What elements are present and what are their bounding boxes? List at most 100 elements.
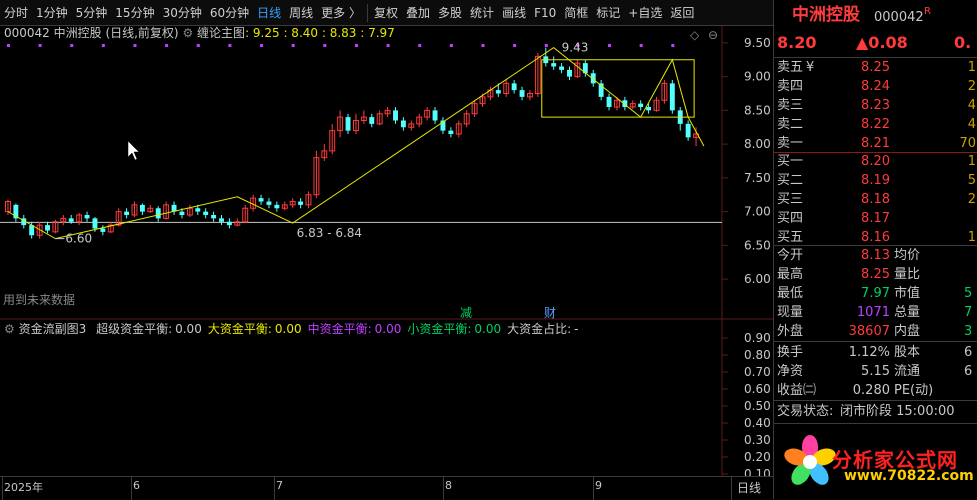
stat-value: 8.25 [861,267,890,282]
ask-row[interactable]: 卖一 8.21 70 [774,134,977,153]
bid-row[interactable]: 买二 8.19 5 [774,171,977,190]
candle-body-down [369,117,375,124]
ask-volume: 1 [967,60,976,75]
date-tick: 7 [276,479,283,492]
candle-body-down [266,201,272,205]
bid-row[interactable]: 买三 8.18 2 [774,190,977,209]
ask-label: 卖一 [777,136,804,151]
toolbar-item-2[interactable]: 5分钟 [72,0,112,26]
y-tick-label: 7.50 [744,171,771,185]
stat-row: 最低 7.97 市值 5 [774,284,977,303]
chart-area[interactable]: 9.50 9.00 8.50 8.00 7.50 7.00 6.50 6.00 0.90 0.80… [0,26,773,476]
toolbar-item-11[interactable]: 多股 [434,0,466,26]
indicator-name[interactable]: 缠论主图 [197,26,245,40]
toolbar-item-18[interactable]: 返回 [666,0,698,26]
low-price-label: 6.60 [65,232,92,246]
ask-price: 8.21 [861,136,890,151]
stat-row: 今开 8.13 均价 [774,246,977,265]
ask-label: 卖五 [777,60,804,75]
ask-price: 8.23 [861,98,890,113]
date-tick: 6 [133,479,140,492]
yen-icon: ¥ [806,60,815,75]
toolbar-item-16[interactable]: 标记 [592,0,624,26]
ask-label: 卖三 [777,98,804,113]
signal-dot [6,44,10,47]
candle-body-down [92,218,98,229]
flower-logo-icon [784,435,836,485]
signal-dot [671,44,675,47]
candle-body-down [606,96,612,107]
bid-price: 8.18 [861,192,890,207]
minimize-icon: ⊖ [708,28,718,42]
y-tick-label: 9.00 [744,70,771,84]
signal-dot [449,44,453,47]
fund-item-label: 超级资金平衡: [96,322,173,336]
bid-volume: 1 [967,154,976,169]
y-tick-label: 8.00 [744,137,771,151]
ask-row[interactable]: 卖四 8.24 2 [774,77,977,96]
toolbar-item-6[interactable]: 日线 [253,0,285,26]
ask-volume: 70 [959,136,976,151]
sub-y-tick-label: 0.70 [744,365,771,379]
candle-body-down [100,228,106,232]
toolbar-item-9[interactable]: 复权 [370,0,402,26]
fund-item-label: 大资金平衡: [207,322,272,336]
period-label[interactable]: 日线 [737,479,761,496]
ask-row[interactable]: 卖三 8.23 4 [774,96,977,115]
stat-label: 换手 [777,345,804,360]
ask-row[interactable]: 卖五 ¥8.25 1 [774,58,977,77]
toolbar-item-0[interactable]: 分时 [0,0,32,26]
candle-body-down [511,83,517,91]
settings-gear-icon[interactable]: ⚙ [182,26,193,40]
fund-balance-item: 大资金平衡: 0.00 [208,322,302,336]
ask-label: 卖四 [777,79,804,94]
stat-value2: 7 [964,305,973,320]
stat-value: 0.280 [852,383,890,398]
candle-body-down [155,208,161,219]
signal-dot [101,44,105,47]
event-marker-finance: 财 [544,306,556,320]
bid-label: 买三 [777,192,804,207]
toolbar-item-14[interactable]: F10 [530,0,560,26]
toolbar-item-15[interactable]: 简框 [560,0,592,26]
bid-row[interactable]: 买一 8.20 1 [774,152,977,171]
stat-value: 7.97 [861,286,890,301]
signal-dot [70,44,74,47]
toolbar-item-8[interactable]: 更多 〉 [317,0,365,26]
y-tick-label: 9.50 [744,36,771,50]
sub-y-tick-label: 0.30 [744,433,771,447]
fund-item-value: 0.00 [175,322,202,336]
ask-row[interactable]: 卖二 8.22 4 [774,115,977,134]
sub-gear-icon[interactable]: ⚙ [4,322,15,336]
price-change: ▲0.08 [856,33,908,52]
date-tick: 2025年 [4,481,43,494]
candle-body-down [211,215,217,219]
bid-row[interactable]: 买四 8.17 [774,209,977,228]
stat-label: 今开 [777,248,804,263]
candle-body-down [567,69,572,77]
toolbar-item-13[interactable]: 画线 [498,0,530,26]
signal-dot [354,44,358,47]
bid-volume: 5 [967,173,976,188]
toolbar-item-4[interactable]: 30分钟 [159,0,206,26]
signal-dot [481,44,485,47]
mid-price-label: 6.83 - 6.84 [297,226,362,240]
kline-chart[interactable]: 9.50 9.00 8.50 8.00 7.50 7.00 6.50 6.00 0.90 0.80… [0,26,773,476]
toolbar-item-10[interactable]: 叠加 [402,0,434,26]
toolbar-item-12[interactable]: 统计 [466,0,498,26]
stat-row: 换手 1.12% 股本 6 [774,343,977,362]
candle-body-down [298,201,304,205]
ask-label: 卖二 [777,117,804,132]
toolbar-item-17[interactable]: +自选 [624,0,666,26]
toolbar-item-3[interactable]: 15分钟 [111,0,158,26]
toolbar-item-5[interactable]: 60分钟 [206,0,253,26]
future-data-note: 用到未来数据 [3,293,76,307]
sub-y-tick-label: 0.60 [744,382,771,396]
candle-body-down [495,90,501,94]
toolbar-item-7[interactable]: 周线 [285,0,317,26]
signal-dot [544,44,548,47]
ask-price: 8.25 [861,60,890,75]
sub-indicator-name[interactable]: 资金流副图3 [19,322,87,336]
toolbar-item-1[interactable]: 1分钟 [32,0,72,26]
stock-code-name: 000042 中洲控股 (日线,前复权) [4,26,179,40]
